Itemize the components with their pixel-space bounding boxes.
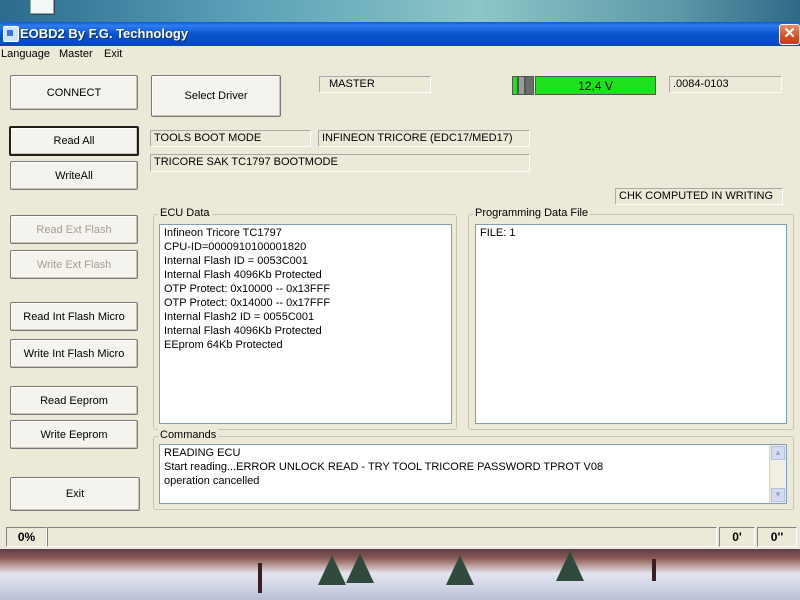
programming-data-group: Programming Data File FILE: 1 xyxy=(468,207,794,430)
voltage-gap-segment xyxy=(518,76,525,95)
list-item: FILE: 1 xyxy=(480,227,516,239)
commands-group: Commands READING ECU Start reading...ERR… xyxy=(153,429,794,510)
list-item: Internal Flash 4096Kb Protected xyxy=(164,269,322,281)
programming-data-list[interactable]: FILE: 1 xyxy=(475,224,787,424)
ecu-type-field: INFINEON TRICORE (EDC17/MED17) xyxy=(318,130,530,147)
write-all-button[interactable]: WriteAll xyxy=(10,161,138,190)
window-title: EOBD2 By F.G. Technology xyxy=(20,26,189,41)
ecu-data-label: ECU Data xyxy=(158,207,212,219)
list-item: Start reading...ERROR UNLOCK READ - TRY … xyxy=(164,461,604,473)
list-item: READING ECU xyxy=(164,447,241,459)
elapsed-seconds: 0'' xyxy=(757,527,797,547)
desktop-scenery xyxy=(556,551,584,581)
voltage-marker xyxy=(525,76,534,95)
desktop-document-icon[interactable] xyxy=(30,0,54,14)
list-item: EEprom 64Kb Protected xyxy=(164,339,283,351)
menu-exit[interactable]: Exit xyxy=(104,48,122,60)
app-window: EOBD2 By F.G. Technology ✕ Language Mast… xyxy=(0,22,800,549)
list-item: OTP Protect: 0x10000 -- 0x13FFF xyxy=(164,283,331,295)
menu-master[interactable]: Master xyxy=(59,48,93,60)
menu-bar: Language Master Exit xyxy=(0,46,800,64)
list-item: operation cancelled xyxy=(164,475,260,487)
desktop-scenery xyxy=(258,563,262,593)
desktop-background-top xyxy=(0,0,800,22)
sak-field: TRICORE SAK TC1797 BOOTMODE xyxy=(150,154,530,172)
list-item: CPU-ID=0000910100001820 xyxy=(164,241,307,253)
scroll-up-icon[interactable]: ▲ xyxy=(771,446,785,460)
connect-button[interactable]: CONNECT xyxy=(10,75,138,110)
list-item: Infineon Tricore TC1797 xyxy=(164,227,282,239)
elapsed-minutes: 0' xyxy=(719,527,755,547)
progress-percent: 0% xyxy=(6,527,47,547)
commands-label: Commands xyxy=(158,429,219,441)
exit-button[interactable]: Exit xyxy=(10,477,140,511)
boot-mode-field: TOOLS BOOT MODE xyxy=(150,130,311,147)
programming-data-label: Programming Data File xyxy=(473,207,591,219)
desktop-scenery xyxy=(446,555,474,585)
master-field: MASTER xyxy=(319,76,431,93)
voltage-value: 12,4 V xyxy=(535,76,656,95)
write-ext-flash-button[interactable]: Write Ext Flash xyxy=(10,250,138,279)
list-item: Internal Flash ID = 0053C001 xyxy=(164,255,309,267)
list-item: Internal Flash2 ID = 0055C001 xyxy=(164,311,315,323)
status-bar: 0% 0' 0'' xyxy=(0,525,800,549)
scroll-down-icon[interactable]: ▼ xyxy=(771,488,785,502)
desktop-scenery xyxy=(318,555,346,585)
read-eeprom-button[interactable]: Read Eeprom xyxy=(10,386,138,415)
read-ext-flash-button[interactable]: Read Ext Flash xyxy=(10,215,138,244)
desktop-scenery xyxy=(346,553,374,583)
write-int-flash-button[interactable]: Write Int Flash Micro xyxy=(10,339,138,368)
read-int-flash-button[interactable]: Read Int Flash Micro xyxy=(10,302,138,331)
desktop-scenery xyxy=(652,559,656,581)
list-item: OTP Protect: 0x14000 -- 0x17FFF xyxy=(164,297,331,309)
desktop-background-bottom xyxy=(0,549,800,600)
menu-language[interactable]: Language xyxy=(1,48,50,60)
chk-field: CHK COMPUTED IN WRITING xyxy=(615,188,783,205)
ecu-data-list[interactable]: Infineon Tricore TC1797 CPU-ID=000091010… xyxy=(159,224,452,424)
commands-log[interactable]: READING ECU Start reading...ERROR UNLOCK… xyxy=(159,444,787,504)
read-all-button[interactable]: Read All xyxy=(9,126,139,156)
close-button[interactable]: ✕ xyxy=(779,24,800,45)
progress-bar xyxy=(47,527,717,547)
title-bar[interactable]: EOBD2 By F.G. Technology ✕ xyxy=(0,22,800,46)
write-eeprom-button[interactable]: Write Eeprom xyxy=(10,420,138,449)
commands-scrollbar[interactable]: ▲ ▼ xyxy=(769,445,786,503)
voltage-indicator: 12,4 V xyxy=(512,76,656,95)
select-driver-button[interactable]: Select Driver xyxy=(151,75,281,117)
ecu-data-group: ECU Data Infineon Tricore TC1797 CPU-ID=… xyxy=(153,207,457,430)
app-icon xyxy=(3,26,19,42)
list-item: Internal Flash 4096Kb Protected xyxy=(164,325,322,337)
version-field: .0084-0103 xyxy=(669,76,782,93)
